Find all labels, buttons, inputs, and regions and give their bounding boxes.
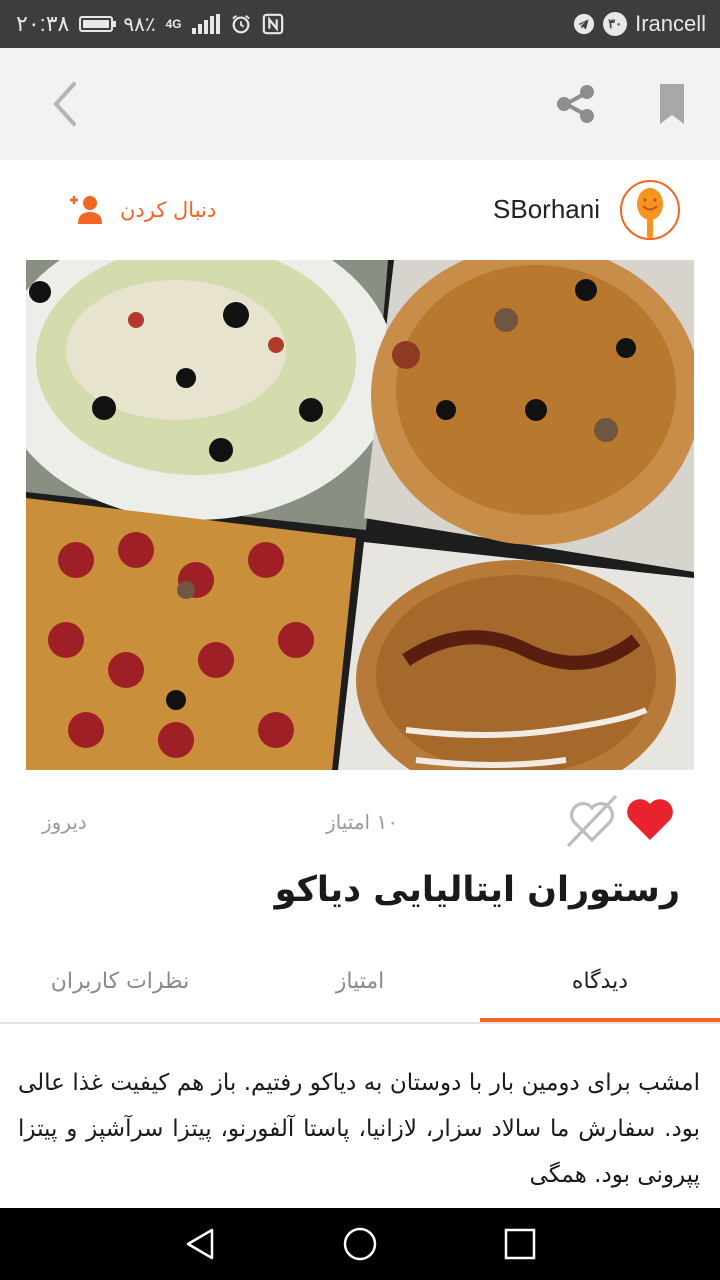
post-date: دیروز — [42, 810, 87, 834]
author-row: SBorhani دنبال کردن — [0, 172, 720, 248]
avatar[interactable] — [620, 180, 680, 240]
nav-recents-icon[interactable] — [500, 1226, 540, 1262]
review-text: امشب برای دومین بار با دوستان به دیاکو ر… — [18, 1070, 700, 1188]
active-tab-indicator — [480, 1018, 720, 1022]
food-collage-photo[interactable] — [26, 260, 694, 770]
lasagna-photo — [338, 542, 694, 770]
tab-bar: دیدگاه امتیاز نظرات کاربران — [0, 940, 720, 1024]
battery-icon — [79, 16, 117, 32]
tab-review[interactable]: دیدگاه — [480, 940, 720, 1022]
broken-heart-icon[interactable] — [564, 790, 620, 850]
spoon-smile-icon — [637, 188, 663, 238]
network-type: 4G — [165, 17, 182, 31]
nav-home-icon[interactable] — [340, 1226, 380, 1262]
status-bar: ۲۰:۳۸ ۹۸٪ 4G ۳۰ Irancell — [0, 0, 720, 48]
system-nav-bar — [0, 1208, 720, 1280]
telegram-icon — [573, 13, 595, 35]
signal-icon — [191, 14, 220, 34]
post-title: رستوران ایتالیایی دیاکو — [274, 870, 680, 910]
battery-fill — [83, 20, 109, 28]
pizza-photo-1 — [364, 260, 694, 572]
add-user-icon — [70, 196, 102, 224]
salad-photo — [26, 260, 396, 530]
post-meta-row: دیروز ۱۰ امتیاز — [0, 790, 720, 854]
tab-user-comments[interactable]: نظرات کاربران — [0, 940, 240, 1022]
clock: ۲۰:۳۸ — [16, 11, 70, 36]
bookmark-icon[interactable] — [654, 82, 690, 126]
status-left: ۲۰:۳۸ ۹۸٪ 4G — [16, 8, 284, 40]
back-icon[interactable] — [44, 78, 88, 130]
nfc-icon — [262, 13, 283, 35]
battery-percent: ۹۸٪ — [123, 13, 156, 36]
food-collage-image — [26, 260, 694, 770]
username[interactable]: SBorhani — [493, 194, 600, 225]
follow-button[interactable]: دنبال کردن — [66, 194, 216, 226]
pizza-photo-2 — [26, 498, 356, 770]
carrier-name: Irancell — [635, 11, 706, 36]
top-app-bar — [0, 48, 720, 160]
follow-label: دنبال کردن — [120, 198, 217, 222]
share-icon[interactable] — [552, 80, 600, 128]
tab-score[interactable]: امتیاز — [240, 940, 480, 1022]
post-points: ۱۰ امتیاز — [326, 810, 398, 834]
alarm-icon — [231, 15, 250, 34]
nav-back-icon[interactable] — [180, 1226, 220, 1262]
carrier-badge: ۳۰ — [603, 12, 628, 36]
heart-icon[interactable] — [624, 796, 676, 842]
status-right: ۳۰ Irancell — [573, 8, 706, 40]
